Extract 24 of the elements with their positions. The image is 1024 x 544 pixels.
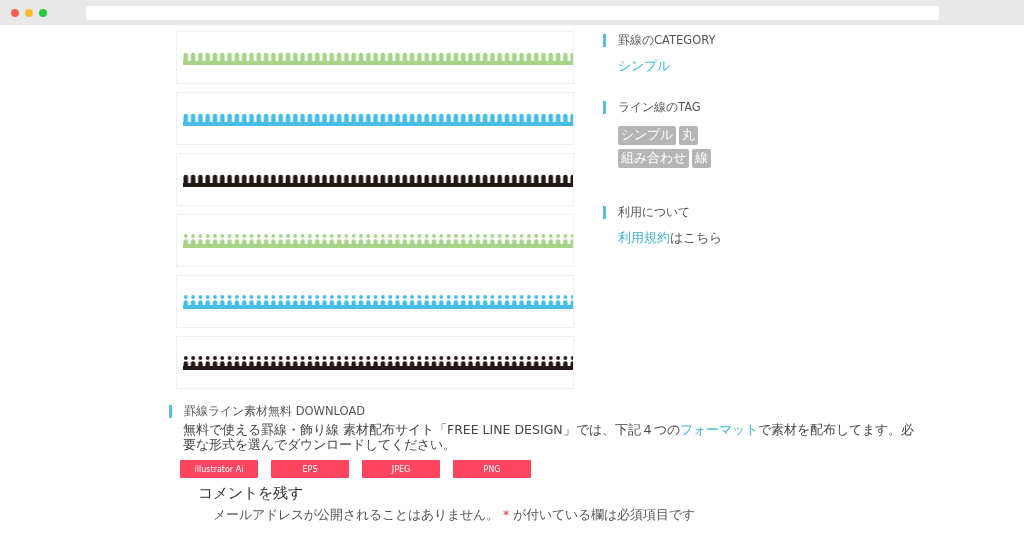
download-button[interactable]: EPS (271, 460, 349, 478)
maximize-icon[interactable] (39, 8, 47, 17)
section-heading: 罫線ライン素材無料 DOWNLOAD (169, 405, 929, 418)
category-heading: 罫線のCATEGORY (603, 34, 897, 47)
download-button[interactable]: PNG (453, 460, 531, 478)
description-text: 無料で使える罫線・飾り線 素材配布サイト「FREE LINE DESIGN」では、下記４つのフォーマット で素材を配布してます。必要な形式を選んでダウンロードしてください。 (183, 422, 915, 452)
comment-heading: コメントを残す (198, 484, 304, 503)
minimize-icon[interactable] (25, 8, 33, 17)
usage-heading: 利用について (603, 206, 897, 219)
line-card[interactable] (176, 153, 574, 206)
terms-link[interactable]: 利用規約 (618, 230, 670, 245)
tag[interactable]: 組み合わせ (618, 149, 689, 168)
tag[interactable]: 線 (692, 149, 711, 168)
line-card[interactable] (176, 336, 574, 389)
tag[interactable]: 丸 (679, 126, 698, 145)
close-icon[interactable] (11, 8, 19, 17)
tag[interactable]: シンプル (618, 126, 676, 145)
download-button[interactable]: JPEG (362, 460, 440, 478)
link-suffix: はこちら (670, 230, 722, 245)
tag-heading: ライン線のTAG (603, 101, 897, 114)
format-link[interactable]: フォーマット (679, 422, 758, 437)
category-link[interactable]: シンプル (618, 58, 670, 73)
required-note: メールアドレスが公開されることはありません。 * が付いている欄は必須項目です (213, 507, 697, 524)
download-button[interactable]: illustrator Ai (180, 460, 258, 478)
